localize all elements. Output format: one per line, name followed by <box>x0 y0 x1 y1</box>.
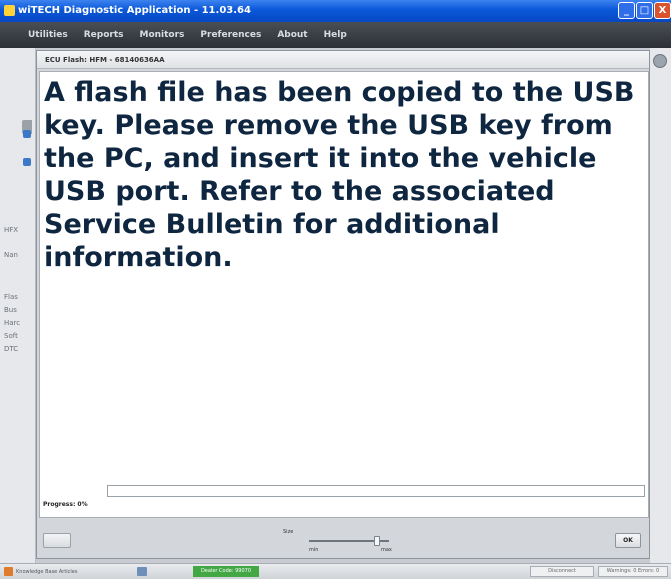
maximize-button[interactable]: □ <box>636 2 653 19</box>
menu-reports[interactable]: Reports <box>84 30 124 40</box>
menu-help[interactable]: Help <box>324 30 347 40</box>
bg-fragment: Bus <box>4 306 17 314</box>
menu-bar: Utilities Reports Monitors Preferences A… <box>0 22 671 48</box>
flash-message: A flash file has been copied to the USB … <box>44 77 635 273</box>
ecu-flash-dialog: ECU Flash: HFM - 68140636AA A flash file… <box>36 50 650 559</box>
disconnect-button[interactable]: Disconnect <box>530 566 594 577</box>
minimize-button[interactable]: _ <box>618 2 635 19</box>
globe-icon[interactable] <box>653 54 667 68</box>
menu-utilities[interactable]: Utilities <box>28 30 68 40</box>
menu-about[interactable]: About <box>277 30 307 40</box>
size-label: Size <box>283 529 294 535</box>
square-icon <box>23 130 31 138</box>
bg-fragment: Soft <box>4 332 18 340</box>
bg-fragment: Nan <box>4 251 18 259</box>
connection-icon[interactable] <box>137 567 147 576</box>
message-panel: A flash file has been copied to the USB … <box>39 71 649 518</box>
background-panel-left: HFX Nan Flas Bus Harc Soft DTC <box>0 48 36 563</box>
menu-preferences[interactable]: Preferences <box>200 30 261 40</box>
bg-fragment: DTC <box>4 345 19 353</box>
slider-max-label: max <box>381 547 392 553</box>
warnings-errors-indicator[interactable]: Warnings: 0 Errors: 0 <box>598 566 668 577</box>
ok-button[interactable]: OK <box>615 533 641 548</box>
window-controls: _ □ X <box>618 2 671 19</box>
close-button[interactable]: X <box>654 2 671 19</box>
dialog-title: ECU Flash: HFM - 68140636AA <box>37 51 649 69</box>
background-panel-right <box>650 48 671 563</box>
knowledge-base-label: Knowledge Base Articles <box>16 568 78 575</box>
dealer-code-badge: Dealer Code: 99070 <box>193 566 259 577</box>
size-slider: Size min max <box>283 529 413 555</box>
window-title: wiTECH Diagnostic Application - 11.03.64 <box>18 5 251 16</box>
status-bar: Knowledge Base Articles Dealer Code: 990… <box>0 563 671 579</box>
bg-fragment: Harc <box>4 319 21 327</box>
bg-fragment: HFX <box>4 226 19 234</box>
square-icon <box>23 158 31 166</box>
bg-fragment: Flas <box>4 293 18 301</box>
progress-label: Progress: 0% <box>43 501 88 508</box>
book-icon <box>4 567 13 576</box>
blank-button[interactable] <box>43 533 71 548</box>
dialog-footer: Size min max OK <box>37 521 649 558</box>
window-title-bar: wiTECH Diagnostic Application - 11.03.64… <box>0 0 671 22</box>
slider-thumb[interactable] <box>374 536 380 546</box>
menu-monitors[interactable]: Monitors <box>139 30 184 40</box>
app-icon <box>4 5 15 16</box>
slider-min-label: min <box>309 547 319 553</box>
knowledge-base-link[interactable]: Knowledge Base Articles <box>4 567 77 576</box>
progress-bar <box>107 485 645 497</box>
